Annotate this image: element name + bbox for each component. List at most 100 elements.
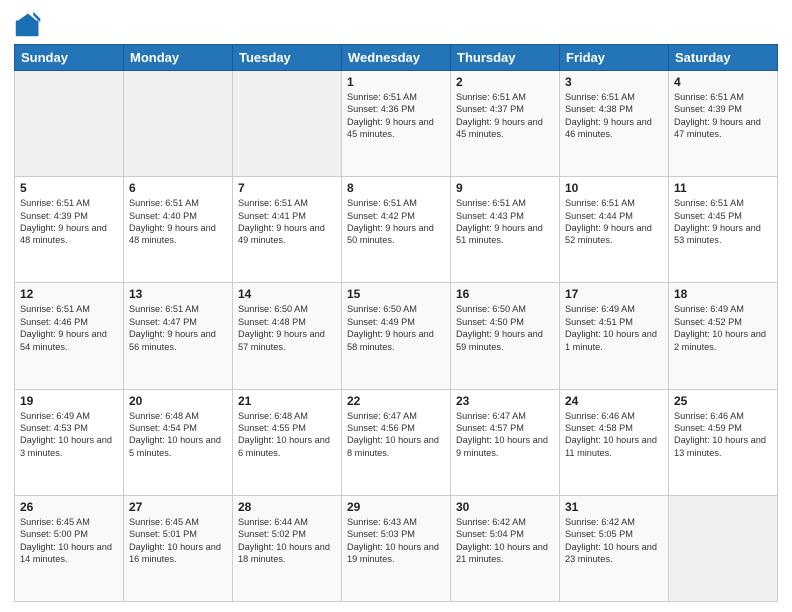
- week-row-3: 12Sunrise: 6:51 AM Sunset: 4:46 PM Dayli…: [15, 283, 778, 389]
- day-cell: [15, 71, 124, 177]
- day-info: Sunrise: 6:51 AM Sunset: 4:43 PM Dayligh…: [456, 197, 554, 247]
- day-number: 30: [456, 500, 554, 514]
- col-header-wednesday: Wednesday: [342, 45, 451, 71]
- week-row-1: 1 Sunrise: 6:51 AM Sunset: 4:36 PM Daylig…: [15, 71, 778, 177]
- day-number: 8: [347, 181, 445, 195]
- col-header-monday: Monday: [124, 45, 233, 71]
- day-info: Sunrise: 6:43 AM Sunset: 5:03 PM Dayligh…: [347, 516, 445, 566]
- day-cell: 18 Sunrise: 6:49 AM Sunset: 4:52 PM Dayli…: [669, 283, 778, 389]
- day-number: 25: [674, 394, 772, 408]
- day-info: Sunrise: 6:44 AM Sunset: 5:02 PM Dayligh…: [238, 516, 336, 566]
- calendar-table: SundayMondayTuesdayWednesdayThursdayFrid…: [14, 44, 778, 602]
- day-number: 29: [347, 500, 445, 514]
- day-info: Sunrise: 6:50 AM Sunset: 4:48 PM Dayligh…: [238, 303, 336, 353]
- day-info: Sunrise: 6:49 AM Sunset: 4:52 PM Dayligh…: [674, 303, 772, 353]
- day-number: 5: [20, 181, 118, 195]
- page: SundayMondayTuesdayWednesdayThursdayFrid…: [0, 0, 792, 612]
- day-cell: 26 Sunrise: 6:45 AM Sunset: 5:00 PM Dayli…: [15, 495, 124, 601]
- day-number: 10: [565, 181, 663, 195]
- day-number: 18: [674, 287, 772, 301]
- day-info: Sunrise: 6:48 AM Sunset: 4:55 PM Dayligh…: [238, 410, 336, 460]
- day-info: Sunrise: 6:45 AM Sunset: 5:01 PM Dayligh…: [129, 516, 227, 566]
- day-info: Sunrise: 6:51 AM Sunset: 4:46 PM Dayligh…: [20, 303, 118, 353]
- calendar-header-row: SundayMondayTuesdayWednesdayThursdayFrid…: [15, 45, 778, 71]
- day-info: Sunrise: 6:49 AM Sunset: 4:51 PM Dayligh…: [565, 303, 663, 353]
- day-info: Sunrise: 6:51 AM Sunset: 4:45 PM Dayligh…: [674, 197, 772, 247]
- day-cell: 25Sunrise: 6:46 AM Sunset: 4:59 PM Dayli…: [669, 389, 778, 495]
- day-info: Sunrise: 6:51 AM Sunset: 4:41 PM Dayligh…: [238, 197, 336, 247]
- day-cell: 16 Sunrise: 6:50 AM Sunset: 4:50 PM Dayli…: [451, 283, 560, 389]
- day-number: 2: [456, 75, 554, 89]
- day-cell: 27 Sunrise: 6:45 AM Sunset: 5:01 PM Dayli…: [124, 495, 233, 601]
- day-cell: 13Sunrise: 6:51 AM Sunset: 4:47 PM Dayli…: [124, 283, 233, 389]
- day-cell: 14 Sunrise: 6:50 AM Sunset: 4:48 PM Dayli…: [233, 283, 342, 389]
- day-cell: 11 Sunrise: 6:51 AM Sunset: 4:45 PM Dayli…: [669, 177, 778, 283]
- day-cell: 22 Sunrise: 6:47 AM Sunset: 4:56 PM Dayli…: [342, 389, 451, 495]
- logo: [14, 10, 46, 38]
- day-number: 26: [20, 500, 118, 514]
- day-info: Sunrise: 6:51 AM Sunset: 4:44 PM Dayligh…: [565, 197, 663, 247]
- day-info: Sunrise: 6:46 AM Sunset: 4:58 PM Dayligh…: [565, 410, 663, 460]
- logo-icon: [14, 10, 42, 38]
- day-info: Sunrise: 6:48 AM Sunset: 4:54 PM Dayligh…: [129, 410, 227, 460]
- day-info: Sunrise: 6:51 AM Sunset: 4:36 PM Dayligh…: [347, 91, 445, 141]
- day-info: Sunrise: 6:42 AM Sunset: 5:04 PM Dayligh…: [456, 516, 554, 566]
- day-cell: 6 Sunrise: 6:51 AM Sunset: 4:40 PM Daylig…: [124, 177, 233, 283]
- day-cell: 21 Sunrise: 6:48 AM Sunset: 4:55 PM Dayli…: [233, 389, 342, 495]
- day-cell: 7 Sunrise: 6:51 AM Sunset: 4:41 PM Daylig…: [233, 177, 342, 283]
- day-number: 19: [20, 394, 118, 408]
- day-number: 22: [347, 394, 445, 408]
- day-info: Sunrise: 6:47 AM Sunset: 4:57 PM Dayligh…: [456, 410, 554, 460]
- day-cell: 5 Sunrise: 6:51 AM Sunset: 4:39 PM Daylig…: [15, 177, 124, 283]
- day-info: Sunrise: 6:50 AM Sunset: 4:49 PM Dayligh…: [347, 303, 445, 353]
- day-number: 1: [347, 75, 445, 89]
- day-number: 27: [129, 500, 227, 514]
- day-cell: [669, 495, 778, 601]
- day-number: 14: [238, 287, 336, 301]
- day-info: Sunrise: 6:45 AM Sunset: 5:00 PM Dayligh…: [20, 516, 118, 566]
- day-cell: [124, 71, 233, 177]
- day-cell: 17 Sunrise: 6:49 AM Sunset: 4:51 PM Dayli…: [560, 283, 669, 389]
- day-number: 15: [347, 287, 445, 301]
- day-info: Sunrise: 6:51 AM Sunset: 4:39 PM Dayligh…: [20, 197, 118, 247]
- day-info: Sunrise: 6:47 AM Sunset: 4:56 PM Dayligh…: [347, 410, 445, 460]
- day-cell: 12Sunrise: 6:51 AM Sunset: 4:46 PM Dayli…: [15, 283, 124, 389]
- day-cell: 28 Sunrise: 6:44 AM Sunset: 5:02 PM Dayli…: [233, 495, 342, 601]
- day-cell: 24 Sunrise: 6:46 AM Sunset: 4:58 PM Dayli…: [560, 389, 669, 495]
- col-header-saturday: Saturday: [669, 45, 778, 71]
- day-number: 16: [456, 287, 554, 301]
- day-info: Sunrise: 6:51 AM Sunset: 4:47 PM Dayligh…: [129, 303, 227, 353]
- day-info: Sunrise: 6:51 AM Sunset: 4:39 PM Dayligh…: [674, 91, 772, 141]
- col-header-thursday: Thursday: [451, 45, 560, 71]
- day-cell: 4Sunrise: 6:51 AM Sunset: 4:39 PM Daylig…: [669, 71, 778, 177]
- day-cell: 8 Sunrise: 6:51 AM Sunset: 4:42 PM Daylig…: [342, 177, 451, 283]
- day-info: Sunrise: 6:50 AM Sunset: 4:50 PM Dayligh…: [456, 303, 554, 353]
- day-cell: 10 Sunrise: 6:51 AM Sunset: 4:44 PM Dayli…: [560, 177, 669, 283]
- header: [14, 10, 778, 38]
- day-number: 20: [129, 394, 227, 408]
- col-header-tuesday: Tuesday: [233, 45, 342, 71]
- day-cell: 1 Sunrise: 6:51 AM Sunset: 4:36 PM Daylig…: [342, 71, 451, 177]
- day-cell: 29 Sunrise: 6:43 AM Sunset: 5:03 PM Dayli…: [342, 495, 451, 601]
- day-cell: 23 Sunrise: 6:47 AM Sunset: 4:57 PM Dayli…: [451, 389, 560, 495]
- week-row-4: 19 Sunrise: 6:49 AM Sunset: 4:53 PM Dayli…: [15, 389, 778, 495]
- day-cell: 2Sunrise: 6:51 AM Sunset: 4:37 PM Daylig…: [451, 71, 560, 177]
- day-info: Sunrise: 6:51 AM Sunset: 4:40 PM Dayligh…: [129, 197, 227, 247]
- day-info: Sunrise: 6:51 AM Sunset: 4:38 PM Dayligh…: [565, 91, 663, 141]
- day-number: 9: [456, 181, 554, 195]
- col-header-sunday: Sunday: [15, 45, 124, 71]
- day-number: 17: [565, 287, 663, 301]
- day-cell: 15 Sunrise: 6:50 AM Sunset: 4:49 PM Dayli…: [342, 283, 451, 389]
- day-number: 7: [238, 181, 336, 195]
- week-row-2: 5 Sunrise: 6:51 AM Sunset: 4:39 PM Daylig…: [15, 177, 778, 283]
- day-number: 23: [456, 394, 554, 408]
- day-cell: 31Sunrise: 6:42 AM Sunset: 5:05 PM Dayli…: [560, 495, 669, 601]
- day-number: 28: [238, 500, 336, 514]
- day-info: Sunrise: 6:51 AM Sunset: 4:42 PM Dayligh…: [347, 197, 445, 247]
- day-number: 24: [565, 394, 663, 408]
- day-info: Sunrise: 6:42 AM Sunset: 5:05 PM Dayligh…: [565, 516, 663, 566]
- day-info: Sunrise: 6:49 AM Sunset: 4:53 PM Dayligh…: [20, 410, 118, 460]
- day-number: 21: [238, 394, 336, 408]
- day-number: 6: [129, 181, 227, 195]
- day-number: 11: [674, 181, 772, 195]
